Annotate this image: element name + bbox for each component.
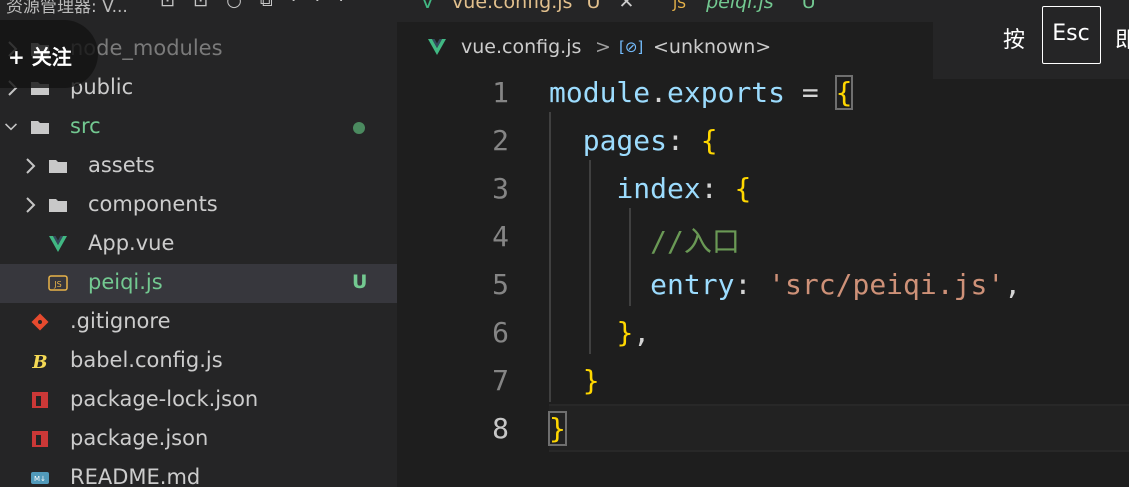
chevron-right-icon (26, 158, 36, 174)
tab-status: U (801, 0, 816, 13)
current-line-highlight (549, 404, 1129, 452)
tree-item-src[interactable]: src (0, 108, 397, 147)
code-line[interactable]: } (549, 364, 600, 397)
tree-item-package-lock[interactable]: package-lock.json (0, 381, 397, 420)
esc-hint: 按 Esc 即 (933, 0, 1129, 79)
tree-item-label: src (70, 114, 101, 138)
chevron-right-icon: > (595, 36, 611, 58)
tree-item-label: package.json (70, 426, 209, 450)
code-line[interactable]: } (548, 411, 567, 446)
line-number: 4 (492, 220, 509, 253)
untracked-badge: U (352, 271, 368, 293)
git-icon (31, 313, 49, 331)
tree-item-app-vue[interactable]: App.vue (0, 225, 397, 264)
line-number: 2 (492, 124, 509, 157)
follow-button-label: + 关注 (8, 45, 72, 69)
explorer-header: 资源管理器: V... ⊡⊡○⧉··· (0, 0, 397, 17)
code-editor[interactable]: 1 2 3 4 5 6 7 8 module.exports = { pages… (397, 74, 1129, 487)
explorer-title: 资源管理器: V... (6, 0, 128, 17)
new-file-icon[interactable]: ⊡ (160, 0, 193, 11)
tree-item-label: components (88, 192, 218, 216)
line-number: 7 (492, 364, 509, 397)
chevron-right-icon (26, 197, 36, 213)
modified-dot-indicator (353, 122, 365, 134)
npm-icon (32, 431, 48, 447)
js-file-icon: JS (48, 275, 68, 291)
code-line[interactable]: index: { (549, 172, 751, 205)
code-line[interactable]: }, (549, 316, 650, 349)
breadcrumb: vue.config.js > [⊘] <unknown> (397, 22, 933, 74)
folder-icon (49, 160, 67, 173)
markdown-icon: M↓ (31, 472, 49, 484)
babel-icon: B (31, 352, 47, 371)
new-folder-icon[interactable]: ⊡ (193, 0, 226, 11)
vue-icon: V (421, 0, 434, 13)
esc-hint-before: 按 (1003, 28, 1026, 53)
svg-text:JS: JS (53, 280, 61, 289)
chevron-down-icon (5, 123, 17, 131)
esc-key[interactable]: Esc (1042, 6, 1101, 64)
follow-button[interactable]: + 关注 (0, 20, 98, 88)
line-number: 6 (492, 316, 509, 349)
explorer-actions: ⊡⊡○⧉··· (160, 0, 362, 11)
tab-label: peiqi.js (706, 0, 774, 13)
vue-icon (49, 236, 67, 252)
svg-text:M↓: M↓ (34, 475, 46, 483)
esc-key-label: Esc (1052, 21, 1090, 46)
tree-item-peiqi-js[interactable]: JS peiqi.js U (0, 264, 397, 303)
tab-peiqi-js[interactable]: JS peiqi.js U (673, 0, 816, 21)
code-line[interactable]: //入口 (549, 220, 740, 260)
close-icon[interactable]: ✕ (618, 0, 634, 13)
code-line[interactable]: module.exports = { (549, 75, 854, 110)
code-line[interactable]: entry: 'src/peiqi.js', (549, 268, 1021, 301)
folder-open-icon (31, 121, 49, 134)
breadcrumb-symbol[interactable]: <unknown> (653, 36, 771, 58)
tree-item-components[interactable]: components (0, 186, 397, 225)
explorer-sidebar: 资源管理器: V... ⊡⊡○⧉··· node_modules public … (0, 0, 397, 487)
tree-item-label: .gitignore (70, 309, 171, 333)
tree-item-readme[interactable]: M↓ README.md (0, 459, 397, 487)
esc-hint-after: 即 (1115, 28, 1129, 53)
tab-status: U (586, 0, 601, 13)
tree-item-label: App.vue (88, 231, 175, 255)
js-file-icon: JS (673, 0, 687, 12)
refresh-icon[interactable]: ○ (226, 0, 260, 11)
vue-icon (428, 39, 446, 55)
tree-item-package-json[interactable]: package.json (0, 420, 397, 459)
folder-icon (49, 199, 67, 212)
tree-item-label: README.md (70, 465, 201, 487)
tree-item-babel-config[interactable]: B babel.config.js (0, 342, 397, 381)
line-number: 1 (492, 76, 509, 109)
line-number: 3 (492, 172, 509, 205)
tree-item-assets[interactable]: assets (0, 147, 397, 186)
more-icon[interactable]: ··· (291, 0, 362, 11)
line-number: 8 (492, 412, 509, 445)
npm-icon (32, 392, 48, 408)
tree-item-label: peiqi.js (88, 270, 163, 294)
collapse-all-icon[interactable]: ⧉ (260, 0, 291, 11)
tab-label: vue.config.js (452, 0, 573, 13)
code-line[interactable]: pages: { (549, 124, 718, 157)
tree-item-gitignore[interactable]: .gitignore (0, 303, 397, 342)
tab-vue-config[interactable]: V vue.config.js U ✕ (421, 0, 634, 21)
line-number: 5 (492, 268, 509, 301)
tree-item-label: package-lock.json (70, 387, 259, 411)
tree-item-label: assets (88, 153, 155, 177)
symbol-icon: [⊘] (619, 38, 644, 56)
tree-item-label: babel.config.js (70, 348, 223, 372)
breadcrumb-file[interactable]: vue.config.js (461, 36, 581, 58)
svg-text:B: B (31, 352, 47, 371)
